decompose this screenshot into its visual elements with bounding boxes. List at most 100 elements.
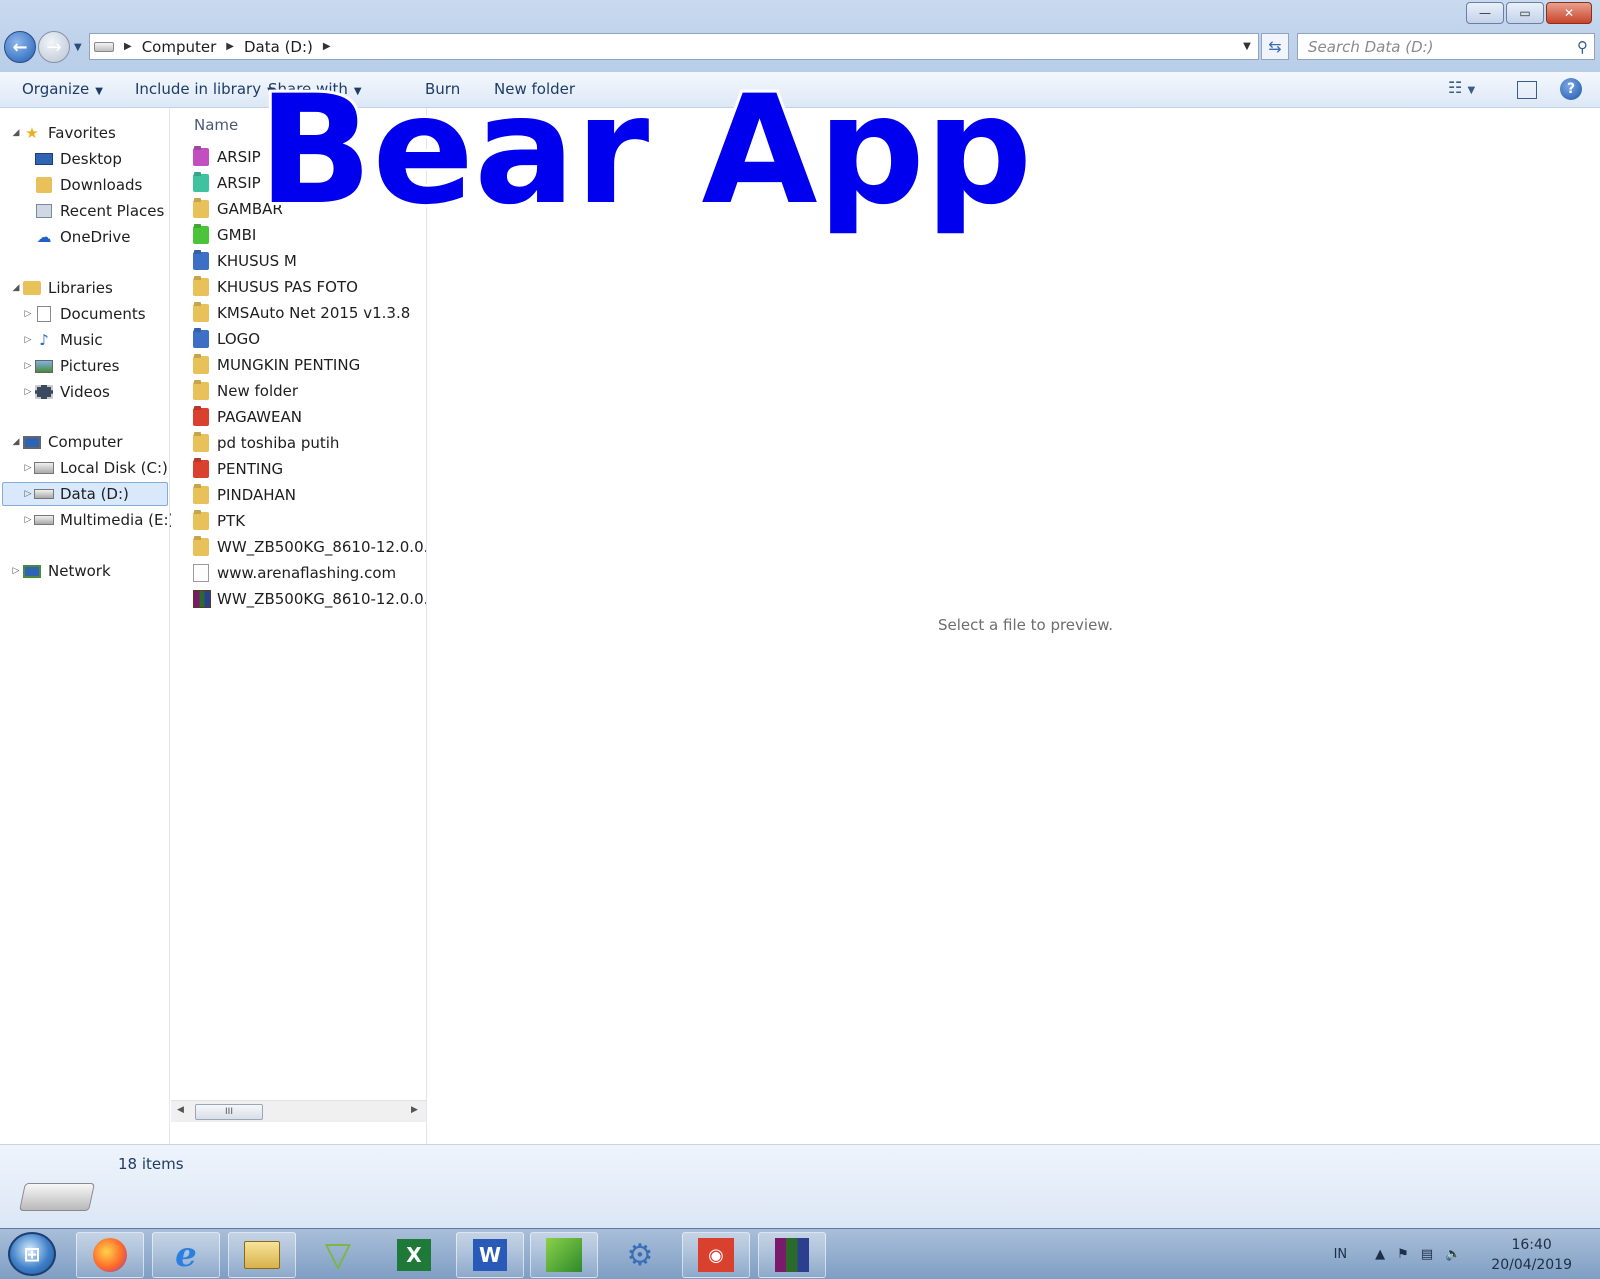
forward-arrow-icon: → — [46, 36, 62, 58]
file-list-item[interactable]: ARSIP — [193, 171, 261, 195]
nav-computer[interactable]: ◢ Computer — [10, 430, 123, 454]
scrollbar-thumb[interactable]: III — [195, 1104, 263, 1120]
text-file-icon — [193, 564, 209, 582]
file-list-item[interactable]: PENTING — [193, 457, 283, 481]
expand-icon[interactable]: ▷ — [22, 387, 34, 397]
refresh-button[interactable]: ⇆ — [1261, 33, 1289, 60]
nav-music[interactable]: ▷ ♪ Music — [22, 328, 103, 352]
taskbar-file-explorer[interactable] — [228, 1232, 296, 1278]
file-list-item[interactable]: GAMBAR — [193, 197, 283, 221]
nav-onedrive[interactable]: ☁ OneDrive — [22, 225, 131, 249]
file-list-item[interactable]: LOGO — [193, 327, 260, 351]
file-list-item[interactable]: PAGAWEAN — [193, 405, 302, 429]
horizontal-scrollbar[interactable]: ◀ III ▶ — [171, 1100, 426, 1122]
collapse-icon[interactable]: ◢ — [10, 283, 22, 293]
taskbar-word[interactable]: W — [456, 1232, 524, 1278]
file-list-item[interactable]: KMSAuto Net 2015 v1.3.8 — [193, 301, 410, 325]
file-list-item[interactable]: KHUSUS PAS FOTO — [193, 275, 358, 299]
language-indicator[interactable]: IN — [1334, 1247, 1348, 1262]
collapse-icon[interactable]: ◢ — [10, 128, 22, 138]
help-button[interactable]: ? — [1560, 78, 1582, 100]
expand-icon[interactable]: ▷ — [22, 335, 34, 345]
share-with-button[interactable]: Share with ▼ — [268, 80, 362, 98]
corel-icon: ▽ — [324, 1235, 352, 1275]
network-tray-icon[interactable]: ▤ — [1421, 1247, 1433, 1262]
column-header-name[interactable]: Name — [194, 116, 238, 134]
file-name: GMBI — [217, 226, 257, 244]
scroll-right-icon[interactable]: ▶ — [411, 1105, 418, 1115]
back-button[interactable]: ← — [4, 31, 36, 63]
file-list-item[interactable]: www.arenaflashing.com — [193, 561, 396, 585]
breadcrumb-data-d[interactable]: Data (D:) — [244, 38, 313, 56]
expand-icon[interactable]: ▷ — [22, 309, 34, 319]
nav-computer-label: Computer — [48, 433, 123, 451]
address-bar[interactable]: ▶ Computer ▶ Data (D:) ▶ ▼ — [89, 33, 1259, 60]
scroll-left-icon[interactable]: ◀ — [177, 1105, 184, 1115]
chevron-right-icon[interactable]: ▶ — [323, 41, 331, 52]
file-list-item[interactable]: PTK — [193, 509, 245, 533]
maximize-button[interactable]: ▭ — [1506, 2, 1544, 24]
expand-icon[interactable]: ▷ — [22, 361, 34, 371]
file-list-item[interactable]: PINDAHAN — [193, 483, 296, 507]
forward-button[interactable]: → — [38, 31, 70, 63]
preview-pane-button[interactable] — [1517, 81, 1537, 99]
taskbar-internet-explorer[interactable]: e — [152, 1232, 220, 1278]
taskbar-camera[interactable]: ◉ — [682, 1232, 750, 1278]
videos-icon — [34, 383, 54, 401]
start-button[interactable]: ⊞ — [8, 1232, 56, 1276]
close-button[interactable]: ✕ — [1546, 2, 1592, 24]
expand-icon[interactable]: ▷ — [22, 463, 34, 473]
search-icon[interactable]: ⚲ — [1577, 38, 1588, 56]
clock[interactable]: 16:40 20/04/2019 — [1491, 1235, 1572, 1275]
new-folder-button[interactable]: New folder — [494, 80, 575, 98]
nav-network[interactable]: ▷ Network — [10, 559, 111, 583]
file-list-item[interactable]: MUNGKIN PENTING — [193, 353, 360, 377]
nav-libraries[interactable]: ◢ Libraries — [10, 276, 113, 300]
nav-multimedia-e[interactable]: ▷ Multimedia (E:) — [22, 508, 175, 532]
file-list-item[interactable]: WW_ZB500KG_8610-12.0.0.0146 — [193, 587, 426, 611]
nav-videos[interactable]: ▷ Videos — [22, 380, 110, 404]
nav-desktop[interactable]: Desktop — [22, 147, 122, 171]
search-placeholder: Search Data (D:) — [1308, 37, 1434, 56]
taskbar-firefox[interactable] — [76, 1232, 144, 1278]
nav-data-d[interactable]: ▷ Data (D:) — [2, 482, 168, 506]
taskbar-corel[interactable]: ▽ — [304, 1232, 372, 1278]
taskbar-excel[interactable]: X — [380, 1232, 448, 1278]
search-input[interactable]: Search Data (D:) ⚲ — [1297, 33, 1595, 60]
nav-local-disk-c[interactable]: ▷ Local Disk (C:) — [22, 456, 168, 480]
volume-muted-icon[interactable]: 🔈 — [1445, 1247, 1461, 1262]
file-list-item[interactable]: KHUSUS M — [193, 249, 297, 273]
nav-favorites[interactable]: ◢ ★ Favorites — [10, 121, 116, 145]
expand-icon[interactable]: ▷ — [10, 566, 22, 576]
expand-icon[interactable]: ▷ — [22, 515, 34, 525]
file-list-item[interactable]: GMBI — [193, 223, 256, 247]
action-center-flag-icon[interactable]: ⚑ — [1397, 1247, 1409, 1262]
show-hidden-icons-icon[interactable]: ▲ — [1375, 1247, 1385, 1262]
address-dropdown-icon[interactable]: ▼ — [1236, 41, 1258, 52]
taskbar-settings[interactable]: ⚙ — [606, 1232, 674, 1278]
view-options-button[interactable]: ☷ ▼ — [1448, 78, 1475, 97]
drive-icon — [34, 485, 54, 503]
window-controls: — ▭ ✕ — [1466, 2, 1592, 24]
collapse-icon[interactable]: ◢ — [10, 437, 22, 447]
nav-downloads[interactable]: Downloads — [22, 173, 142, 197]
chevron-right-icon[interactable]: ▶ — [124, 41, 132, 52]
burn-button[interactable]: Burn — [425, 80, 460, 98]
star-icon: ★ — [25, 124, 39, 142]
nav-recent-places[interactable]: Recent Places — [22, 199, 164, 223]
organize-button[interactable]: Organize ▼ — [22, 80, 103, 98]
expand-icon[interactable]: ▷ — [22, 489, 34, 499]
include-in-library-button[interactable]: Include in library ▼ — [135, 80, 275, 98]
breadcrumb-computer[interactable]: Computer — [142, 38, 217, 56]
minimize-button[interactable]: — — [1466, 2, 1504, 24]
file-list-item[interactable]: ARSIP — [193, 145, 261, 169]
nav-documents[interactable]: ▷ Documents — [22, 302, 146, 326]
file-list-item[interactable]: New folder — [193, 379, 298, 403]
recent-pages-dropdown[interactable]: ▼ — [74, 42, 82, 53]
file-list-item[interactable]: WW_ZB500KG_8610-12.0.0.0146 — [193, 535, 426, 559]
taskbar-coreldraw[interactable] — [530, 1232, 598, 1278]
file-list-item[interactable]: pd toshiba putih — [193, 431, 339, 455]
chevron-right-icon[interactable]: ▶ — [226, 41, 234, 52]
nav-pictures[interactable]: ▷ Pictures — [22, 354, 120, 378]
taskbar-winrar[interactable] — [758, 1232, 826, 1278]
